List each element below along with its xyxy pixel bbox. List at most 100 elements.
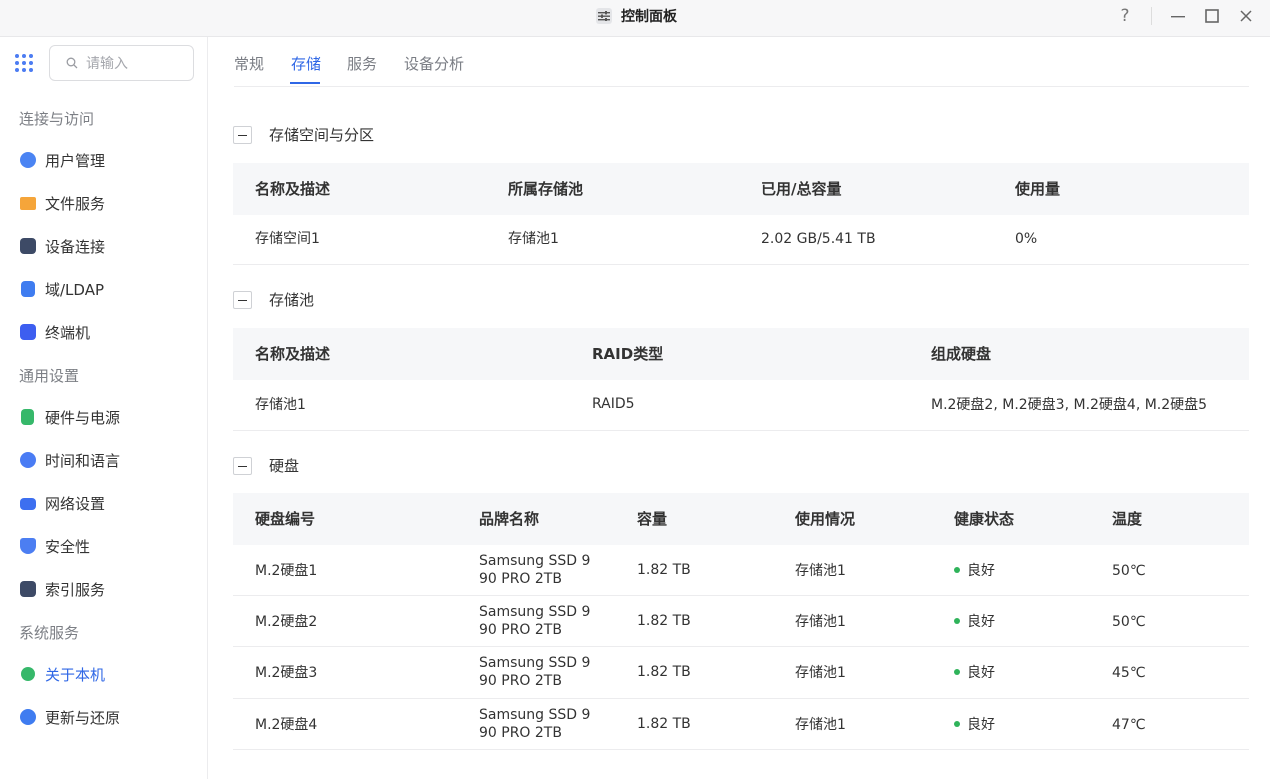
tab-services[interactable]: 服务: [347, 54, 377, 74]
sidebar-item-label: 设备连接: [45, 238, 106, 256]
sidebar-item-device-connection[interactable]: 设备连接: [0, 229, 207, 265]
table-row[interactable]: M.2硬盘2 Samsung SSD 9 90 PRO 2TB 1.82 TB …: [233, 596, 1249, 647]
disk-usage: 存储池1: [795, 665, 846, 681]
apps-grid-icon[interactable]: [15, 54, 33, 72]
disk-capacity: 1.82 TB: [637, 716, 691, 732]
table-row[interactable]: M.2硬盘4 Samsung SSD 9 90 PRO 2TB 1.82 TB …: [233, 699, 1249, 750]
search-icon: [66, 57, 78, 69]
group-title-connection: 连接与访问: [19, 110, 95, 128]
disk-health: 良好: [967, 563, 995, 579]
table-cell: 存储池1: [508, 231, 559, 247]
window-title: 控制面板: [621, 9, 677, 25]
info-icon: [21, 667, 35, 681]
folder-icon: [20, 197, 36, 210]
disk-capacity: 1.82 TB: [637, 562, 691, 578]
disk-brand-line1: Samsung SSD 9: [479, 655, 591, 671]
sidebar-item-update-restore[interactable]: 更新与还原: [0, 700, 207, 736]
disk-temperature: 50℃: [1112, 614, 1146, 630]
disk-id: M.2硬盘1: [255, 563, 318, 579]
sidebar-item-file-services[interactable]: 文件服务: [0, 186, 207, 222]
health-status-dot: [954, 669, 960, 675]
sidebar-item-label: 终端机: [45, 324, 91, 342]
column-header: 品牌名称: [479, 510, 540, 528]
sidebar-item-time-language[interactable]: 时间和语言: [0, 443, 207, 479]
maximize-button[interactable]: [1201, 5, 1223, 27]
disk-usage: 存储池1: [795, 717, 846, 733]
sidebar-item-about[interactable]: 关于本机: [0, 657, 207, 693]
minimize-button[interactable]: [1167, 5, 1189, 27]
column-header: 健康状态: [954, 510, 1015, 528]
disk-health: 良好: [967, 717, 995, 733]
disks-table-header: 硬盘编号 品牌名称 容量 使用情况 健康状态 温度: [233, 493, 1249, 545]
sidebar-item-label: 用户管理: [45, 152, 106, 170]
sidebar-item-user-management[interactable]: 用户管理: [0, 143, 207, 179]
tab-bar: 常规 存储 服务 设备分析: [234, 37, 1249, 87]
sidebar-item-label: 更新与还原: [45, 709, 121, 727]
disk-capacity: 1.82 TB: [637, 664, 691, 680]
disk-id: M.2硬盘2: [255, 614, 318, 630]
sidebar-item-label: 安全性: [45, 538, 91, 556]
health-status-dot: [954, 567, 960, 573]
close-button[interactable]: [1235, 5, 1257, 27]
tab-storage[interactable]: 存储: [291, 54, 321, 74]
tab-device-analysis[interactable]: 设备分析: [404, 54, 464, 74]
group-title-general: 通用设置: [19, 367, 80, 385]
sidebar: 连接与访问 用户管理 文件服务 设备连接 域/LDAP 终端机 通用设置 硬件与…: [0, 37, 208, 779]
disk-brand-line2: 90 PRO 2TB: [479, 571, 562, 587]
collapse-pools-button[interactable]: [233, 291, 252, 309]
health-status-dot: [954, 618, 960, 624]
shield-icon: [20, 538, 36, 554]
column-header: RAID类型: [592, 345, 664, 363]
table-cell: 存储空间1: [255, 231, 320, 247]
sidebar-item-index-service[interactable]: 索引服务: [0, 572, 207, 608]
sidebar-item-label: 关于本机: [45, 666, 106, 684]
search-input[interactable]: [86, 54, 186, 74]
disk-brand-line1: Samsung SSD 9: [479, 707, 591, 723]
title-separator: [1151, 7, 1152, 25]
disk-id: M.2硬盘4: [255, 717, 318, 733]
active-tab-indicator: [290, 82, 320, 84]
sidebar-item-label: 网络设置: [45, 495, 106, 513]
disk-brand-line1: Samsung SSD 9: [479, 553, 591, 569]
sidebar-item-security[interactable]: 安全性: [0, 529, 207, 565]
disk-temperature: 45℃: [1112, 665, 1146, 681]
disk-brand-line1: Samsung SSD 9: [479, 604, 591, 620]
control-panel-icon: [596, 8, 612, 24]
table-row[interactable]: M.2硬盘1 Samsung SSD 9 90 PRO 2TB 1.82 TB …: [233, 545, 1249, 596]
maximize-icon: [1205, 9, 1219, 23]
help-button[interactable]: ?: [1114, 5, 1136, 27]
sidebar-item-domain-ldap[interactable]: 域/LDAP: [0, 272, 207, 308]
collapse-disks-button[interactable]: [233, 457, 252, 475]
table-row[interactable]: M.2硬盘3 Samsung SSD 9 90 PRO 2TB 1.82 TB …: [233, 647, 1249, 699]
user-icon: [20, 152, 36, 168]
search-box[interactable]: [49, 45, 194, 81]
column-header: 名称及描述: [255, 180, 331, 198]
table-cell: 存储池1: [255, 397, 306, 413]
section-title: 存储空间与分区: [269, 126, 375, 144]
table-cell: M.2硬盘2, M.2硬盘3, M.2硬盘4, M.2硬盘5: [931, 397, 1208, 413]
sidebar-item-label: 硬件与电源: [45, 409, 121, 427]
column-header: 温度: [1112, 510, 1143, 528]
disk-temperature: 47℃: [1112, 717, 1146, 733]
disk-id: M.2硬盘3: [255, 665, 318, 681]
column-header: 容量: [637, 510, 668, 528]
table-cell: RAID5: [592, 396, 635, 412]
disk-usage: 存储池1: [795, 614, 846, 630]
sidebar-item-label: 时间和语言: [45, 452, 121, 470]
disk-brand-line2: 90 PRO 2TB: [479, 622, 562, 638]
domain-icon: [21, 281, 35, 297]
sidebar-item-hardware-power[interactable]: 硬件与电源: [0, 400, 207, 436]
table-row[interactable]: 存储空间1 存储池1 2.02 GB/5.41 TB 0%: [233, 215, 1249, 265]
tab-general[interactable]: 常规: [234, 54, 264, 74]
hardware-icon: [21, 409, 34, 425]
disk-health: 良好: [967, 614, 995, 630]
sidebar-item-terminal[interactable]: 终端机: [0, 315, 207, 351]
column-header: 已用/总容量: [761, 180, 842, 198]
sidebar-item-network[interactable]: 网络设置: [0, 486, 207, 522]
disk-usage: 存储池1: [795, 563, 846, 579]
collapse-volumes-button[interactable]: [233, 126, 252, 144]
disk-capacity: 1.82 TB: [637, 613, 691, 629]
pools-table-header: 名称及描述 RAID类型 组成硬盘: [233, 328, 1249, 380]
table-row[interactable]: 存储池1 RAID5 M.2硬盘2, M.2硬盘3, M.2硬盘4, M.2硬盘…: [233, 380, 1249, 431]
column-header: 使用情况: [795, 510, 856, 528]
